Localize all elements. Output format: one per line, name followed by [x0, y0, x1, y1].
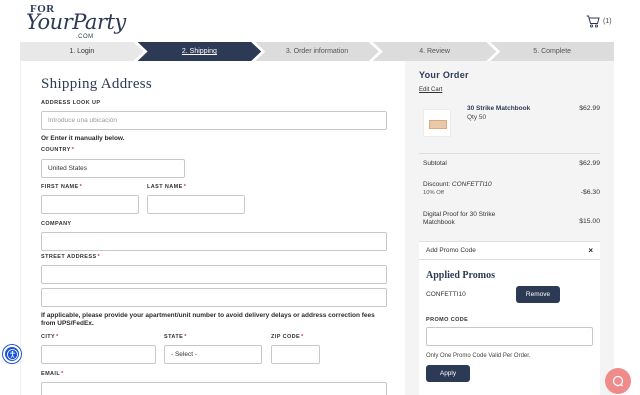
discount-detail: 10% Off — [423, 190, 444, 196]
close-icon[interactable]: × — [588, 246, 593, 255]
promo-panel: Applied Promos CONFETTI10 Remove PROMO C… — [419, 260, 600, 395]
required-mark: * — [301, 334, 304, 340]
product-thumbnail — [423, 109, 451, 137]
zip-code-label: ZIP CODE* — [271, 334, 304, 340]
divider — [419, 153, 600, 154]
required-mark: * — [184, 334, 187, 340]
logo-line-3: .COM — [76, 34, 94, 40]
company-field[interactable] — [41, 232, 387, 251]
street-address-label: STREET ADDRESS* — [41, 254, 100, 260]
country-label: COUNTRY* — [41, 147, 74, 153]
required-mark: * — [183, 184, 187, 190]
zip-code-field[interactable] — [271, 345, 320, 364]
product-price: $62.99 — [579, 105, 600, 112]
first-name-label: FIRST NAME* — [41, 184, 82, 190]
required-mark: * — [61, 371, 64, 377]
discount-label: Discount: — [423, 181, 451, 188]
email-label: EMAIL* — [41, 371, 64, 377]
step-login[interactable]: 1. Login — [20, 42, 144, 61]
first-name-label-text: FIRST NAME — [41, 184, 79, 190]
cart-icon — [586, 15, 600, 28]
manual-entry-note: Or Enter it manually below. — [41, 135, 125, 142]
email-label-text: EMAIL — [41, 371, 61, 377]
promo-header-label: Add Promo Code — [426, 247, 476, 254]
street-address-line2[interactable] — [41, 288, 387, 307]
applied-promo-code: CONFETTI10 — [426, 291, 466, 298]
accessibility-icon — [6, 348, 18, 360]
address-lookup-label: ADDRESS LOOK UP — [41, 100, 101, 106]
discount-row: Discount: CONFETTI10 10% Off — [423, 181, 492, 197]
matchbook-image — [429, 120, 447, 129]
zip-label-text: ZIP CODE — [271, 334, 301, 340]
promo-code-toggle[interactable]: Add Promo Code × — [419, 241, 600, 260]
promo-note: Only One Promo Code Valid Per Order. — [426, 353, 531, 359]
required-mark: * — [97, 254, 101, 260]
required-mark: * — [56, 334, 59, 340]
step-complete: 5. Complete — [490, 42, 614, 61]
company-label: COMPANY — [41, 221, 72, 227]
last-name-field[interactable] — [147, 195, 245, 214]
discount-code: CONFETTI10 — [451, 181, 492, 188]
country-label-text: COUNTRY — [41, 147, 71, 153]
discount-value: -$6.30 — [580, 189, 600, 196]
subtotal-value: $62.99 — [579, 160, 600, 167]
shipping-form: Shipping Address ADDRESS LOOK UP Introdu… — [20, 61, 405, 395]
subtotal-label: Subtotal — [423, 160, 447, 167]
address-lookup-input[interactable]: Introduce una ubicación — [41, 111, 387, 130]
required-mark: * — [71, 147, 75, 153]
city-field[interactable] — [41, 345, 156, 364]
state-select[interactable]: - Select - — [164, 345, 262, 364]
checkout-steps: 1. Login 2. Shipping 3. Order informatio… — [20, 42, 614, 61]
edit-cart-link[interactable]: Edit Cart — [419, 87, 442, 93]
street-address-line1[interactable] — [41, 265, 387, 284]
required-mark: * — [79, 184, 83, 190]
first-name-field[interactable] — [41, 195, 139, 214]
last-name-label: LAST NAME* — [147, 184, 186, 190]
applied-promos-title: Applied Promos — [426, 270, 495, 281]
chat-button[interactable] — [605, 368, 631, 394]
country-select[interactable]: United States — [41, 159, 185, 178]
order-title: Your Order — [419, 70, 469, 80]
state-label: STATE* — [164, 334, 187, 340]
last-name-label-text: LAST NAME — [147, 184, 183, 190]
logo-line-2: YourParty — [26, 10, 126, 34]
remove-promo-button[interactable]: Remove — [516, 286, 560, 303]
accessibility-button[interactable] — [3, 345, 21, 363]
site-logo[interactable]: FOR YourParty .COM — [26, 2, 126, 42]
apply-promo-button[interactable]: Apply — [426, 365, 470, 382]
product-name: 30 Strike Matchbook — [467, 105, 531, 112]
email-field[interactable] — [41, 382, 387, 395]
city-label-text: CITY — [41, 334, 56, 340]
product-qty: Qty 50 — [467, 114, 487, 121]
proof-label: Digital Proof for 30 Strike Matchbook — [423, 211, 496, 226]
promo-code-label: PROMO CODE — [426, 317, 469, 323]
step-order-information: 3. Order information — [255, 42, 379, 61]
order-summary: Your Order Edit Cart 30 Strike Matchbook… — [405, 61, 614, 395]
street-label-text: STREET ADDRESS — [41, 254, 97, 260]
chat-icon — [612, 375, 624, 387]
promo-code-input[interactable] — [426, 327, 593, 346]
step-shipping[interactable]: 2. Shipping — [138, 42, 262, 61]
cart-button[interactable]: (1) — [586, 13, 626, 29]
cart-count: (1) — [603, 17, 612, 25]
city-label: CITY* — [41, 334, 59, 340]
state-label-text: STATE — [164, 334, 184, 340]
page-title: Shipping Address — [41, 76, 153, 92]
step-review: 4. Review — [373, 42, 497, 61]
proof-value: $15.00 — [579, 218, 600, 225]
apartment-note: If applicable, please provide your apart… — [41, 312, 375, 327]
